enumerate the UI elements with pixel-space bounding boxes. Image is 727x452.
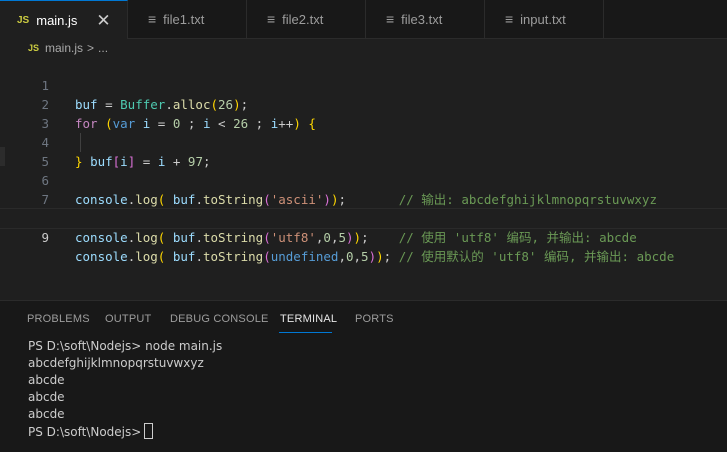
tab-label: file2.txt (282, 11, 324, 27)
tab-file2-txt[interactable]: ≡ file2.txt (247, 0, 366, 38)
code-line[interactable]: 1 buf = Buffer.alloc(26); (0, 57, 727, 112)
tab-terminal[interactable]: TERMINAL (280, 313, 337, 325)
code-line[interactable]: 4 } (0, 114, 727, 169)
breadcrumb-symbols[interactable]: ... (98, 41, 108, 55)
terminal-cursor (144, 423, 154, 439)
line-number: 9 (41, 230, 49, 245)
text-file-icon: ≡ (148, 11, 157, 27)
breadcrumb: JS main.js > ... (0, 39, 727, 57)
text-file-icon: ≡ (267, 11, 276, 27)
tab-file3-txt[interactable]: ≡ file3.txt (366, 0, 485, 38)
code-text: console.log( buf.toString(undefined,0,5)… (75, 249, 675, 264)
tab-label: file1.txt (163, 11, 205, 27)
code-line[interactable]: 2 for (var i = 0 ; i < 26 ; i++) { (0, 76, 727, 131)
panel-tab-bar: PROBLEMS OUTPUT DEBUG CONSOLE TERMINAL P… (0, 301, 727, 337)
code-line[interactable]: 8 console.log( buf.toString('utf8',0,5))… (0, 190, 727, 245)
bottom-panel: PROBLEMS OUTPUT DEBUG CONSOLE TERMINAL P… (0, 300, 727, 452)
js-icon: JS (17, 14, 30, 26)
text-file-icon: ≡ (386, 11, 395, 27)
terminal[interactable]: PS D:\soft\Nodejs> node main.js abcdefgh… (28, 338, 222, 440)
js-icon: JS (28, 43, 40, 53)
terminal-line: abcde (28, 373, 65, 387)
terminal-line: abcde (28, 407, 65, 421)
tab-problems[interactable]: PROBLEMS (27, 313, 90, 325)
terminal-prompt: PS D:\soft\Nodejs> (28, 425, 142, 439)
tab-input-txt[interactable]: ≡ input.txt (485, 0, 604, 38)
code-text: console.log( buf.toString('utf8',0,5)); … (75, 230, 637, 245)
terminal-line: abcdefghijklmnopqrstuvwxyz (28, 356, 204, 370)
tab-label: input.txt (520, 11, 566, 27)
code-line[interactable]: 7 console.log( buf.toString('ascii',0,5)… (0, 171, 727, 226)
code-line-current[interactable]: 9 console.log( buf.toString(undefined,0,… (0, 208, 727, 264)
terminal-line: PS D:\soft\Nodejs> node main.js (28, 339, 223, 353)
active-tab-indicator (279, 332, 332, 333)
chevron-right-icon: > (87, 41, 95, 55)
code-line[interactable]: 6 console.log( buf.toString('ascii')); /… (0, 152, 727, 207)
tab-main-js[interactable]: JS main.js ✕ (0, 0, 128, 39)
terminal-line: abcde (28, 390, 65, 404)
code-line[interactable]: 3 buf[i] = i + 97; (0, 95, 727, 169)
editor-tab-bar: JS main.js ✕ ≡ file1.txt ≡ file2.txt ≡ f… (0, 0, 727, 39)
tab-debug-console[interactable]: DEBUG CONSOLE (170, 313, 269, 325)
tab-file1-txt[interactable]: ≡ file1.txt (128, 0, 247, 38)
breadcrumb-file[interactable]: main.js (45, 41, 83, 55)
tab-output[interactable]: OUTPUT (105, 313, 151, 325)
terminal-prompt-line[interactable]: PS D:\soft\Nodejs> (28, 423, 222, 440)
code-editor[interactable]: 1 buf = Buffer.alloc(26); 2 for (var i =… (0, 57, 727, 300)
tab-label: file3.txt (401, 11, 443, 27)
vscode-window: JS main.js ✕ ≡ file1.txt ≡ file2.txt ≡ f… (0, 0, 727, 452)
tab-ports[interactable]: PORTS (355, 313, 394, 325)
text-file-icon: ≡ (505, 11, 514, 27)
code-line[interactable]: 5 (0, 133, 727, 169)
close-icon[interactable]: ✕ (96, 12, 110, 29)
tab-label: main.js (36, 12, 78, 28)
